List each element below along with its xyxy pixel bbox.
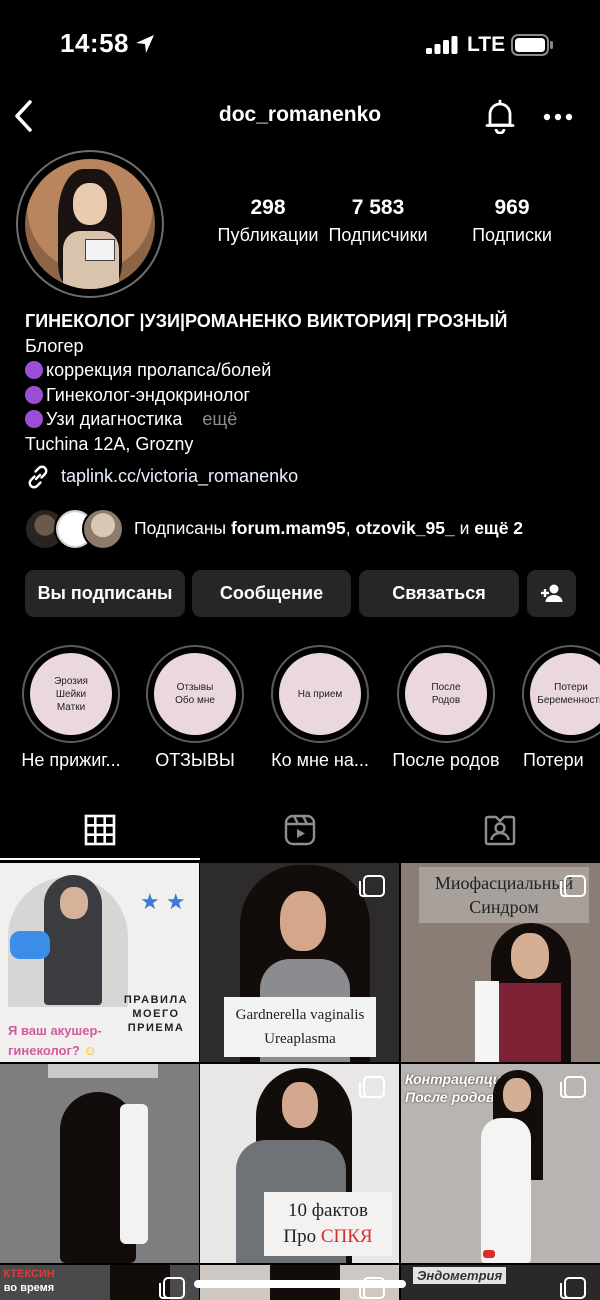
reels-icon [284, 814, 316, 846]
stat-followers-count: 7 583 [351, 196, 405, 219]
profile-link-text[interactable]: taplink.cc/victoria_romanenko [61, 466, 298, 487]
post-caption: Синдром [469, 897, 539, 917]
link-icon [28, 465, 48, 489]
purple-circle-icon [25, 410, 43, 428]
message-button[interactable]: Сообщение [192, 570, 351, 617]
post-thumbnail[interactable]: Эндометрия [401, 1265, 600, 1300]
cellular-signal-icon [426, 36, 458, 54]
follower-avatar[interactable] [82, 508, 124, 550]
highlight-cover: Отзывы Обо мне [154, 653, 236, 735]
stat-posts[interactable]: 298 Публикации [208, 196, 328, 246]
post-caption: СПКЯ [320, 1226, 373, 1247]
highlight-cover: Потери Беременности [530, 653, 600, 735]
story-highlight[interactable]: Потери Беременности [522, 645, 600, 743]
post-text: Я ваш акушер- [8, 1023, 102, 1038]
purple-circle-icon [25, 385, 43, 404]
post-caption: Про [283, 1226, 321, 1247]
active-tab-indicator [0, 858, 200, 860]
bio-line: коррекция пролапса/болей [25, 358, 585, 383]
stat-posts-count: 298 [250, 196, 286, 219]
grid-icon [84, 814, 116, 846]
highlight-label: Потери [523, 750, 584, 770]
profile-location[interactable]: Tuchina 12A, Grozny [25, 432, 585, 457]
post-thumbnail[interactable]: 10 фактов Про СПКЯ [200, 1064, 399, 1263]
post-text: МОЕГО ПРИЕМА [127, 1008, 185, 1034]
suggest-users-button[interactable] [527, 570, 576, 617]
battery-icon [511, 34, 553, 56]
profile-avatar[interactable] [25, 159, 155, 289]
story-highlight[interactable]: Эрозия Шейки Матки [22, 645, 120, 743]
stat-following-count: 969 [494, 196, 530, 219]
carousel-icon [359, 875, 385, 897]
tagged-icon [484, 815, 516, 846]
story-highlight[interactable]: Отзывы Обо мне [146, 645, 244, 743]
tab-reels[interactable] [200, 810, 400, 860]
more-icon[interactable] [543, 113, 573, 121]
post-text: во время [3, 1282, 55, 1294]
highlight-cover: На прием [279, 653, 361, 735]
stat-followers-label: Подписчики [328, 225, 428, 245]
tab-posts-grid[interactable] [0, 810, 200, 860]
post-text: Эндометрия [413, 1267, 507, 1284]
profile-bio: ГИНЕКОЛОГ |УЗИ|РОМАНЕНКО ВИКТОРИЯ| ГРОЗН… [25, 309, 585, 456]
carousel-icon [560, 1277, 586, 1299]
post-thumbnail[interactable]: Миофасциальный Синдром [401, 863, 600, 1062]
stat-following[interactable]: 969 Подписки [452, 196, 572, 246]
story-highlight[interactable]: На прием [271, 645, 369, 743]
highlight-label: Ко мне на... [271, 750, 369, 770]
bio-line: Гинеколог-эндокринолог [25, 383, 585, 408]
carousel-icon [359, 1076, 385, 1098]
post-thumbnail[interactable]: КТЕКСИН во время [0, 1265, 199, 1300]
tab-tagged[interactable] [400, 810, 600, 860]
post-thumbnail[interactable]: Gardnerella vaginalis Ureaplasma [200, 863, 399, 1062]
highlight-cover: После Родов [405, 653, 487, 735]
highlight-cover: Эрозия Шейки Матки [30, 653, 112, 735]
carousel-icon [560, 1076, 586, 1098]
bio-line: Узи диагностика ещё [25, 407, 585, 432]
carousel-icon [560, 875, 586, 897]
carousel-icon [159, 1277, 185, 1299]
profile-category: Блогер [25, 335, 84, 356]
bell-icon[interactable] [482, 98, 518, 134]
post-text: гинеколог? [8, 1043, 80, 1058]
post-caption: Ureaplasma [264, 1031, 336, 1047]
post-thumbnail[interactable]: ★ ★ ПРАВИЛА МОЕГО ПРИЕМА Я ваш акушер- г… [0, 863, 199, 1062]
post-caption: 10 фактов [288, 1200, 368, 1221]
post-caption: Gardnerella vaginalis [235, 1007, 365, 1023]
post-thumbnail[interactable] [0, 1064, 199, 1263]
stat-followers[interactable]: 7 583 Подписчики [318, 196, 438, 246]
highlight-label: Не прижиг... [21, 750, 121, 770]
story-highlight[interactable]: После Родов [397, 645, 495, 743]
stat-following-label: Подписки [472, 225, 552, 245]
post-text: КТЕКСИН [3, 1268, 55, 1280]
add-user-icon [541, 584, 563, 602]
following-button[interactable]: Вы подписаны [25, 570, 185, 617]
home-indicator[interactable] [194, 1280, 406, 1288]
purple-circle-icon [25, 361, 43, 379]
location-arrow-icon [136, 35, 154, 53]
stat-posts-label: Публикации [217, 225, 319, 245]
contact-button[interactable]: Связаться [359, 570, 519, 617]
profile-name: ГИНЕКОЛОГ |УЗИ|РОМАНЕНКО ВИКТОРИЯ| ГРОЗН… [25, 311, 508, 331]
followed-by-text[interactable]: Подписаны forum.mam95, otzovik_95_ и ещё… [134, 518, 523, 539]
post-thumbnail[interactable]: Контрацепция После родов [401, 1064, 600, 1263]
network-type: LTE [467, 33, 506, 56]
highlight-label: ОТЗЫВЫ [155, 750, 235, 770]
status-bar: 14:58 LTE [0, 0, 600, 90]
status-time: 14:58 [60, 28, 129, 58]
highlight-label: После родов [392, 750, 500, 770]
bio-more-link[interactable]: ещё [202, 409, 237, 429]
post-text: ПРАВИЛА [123, 994, 189, 1006]
